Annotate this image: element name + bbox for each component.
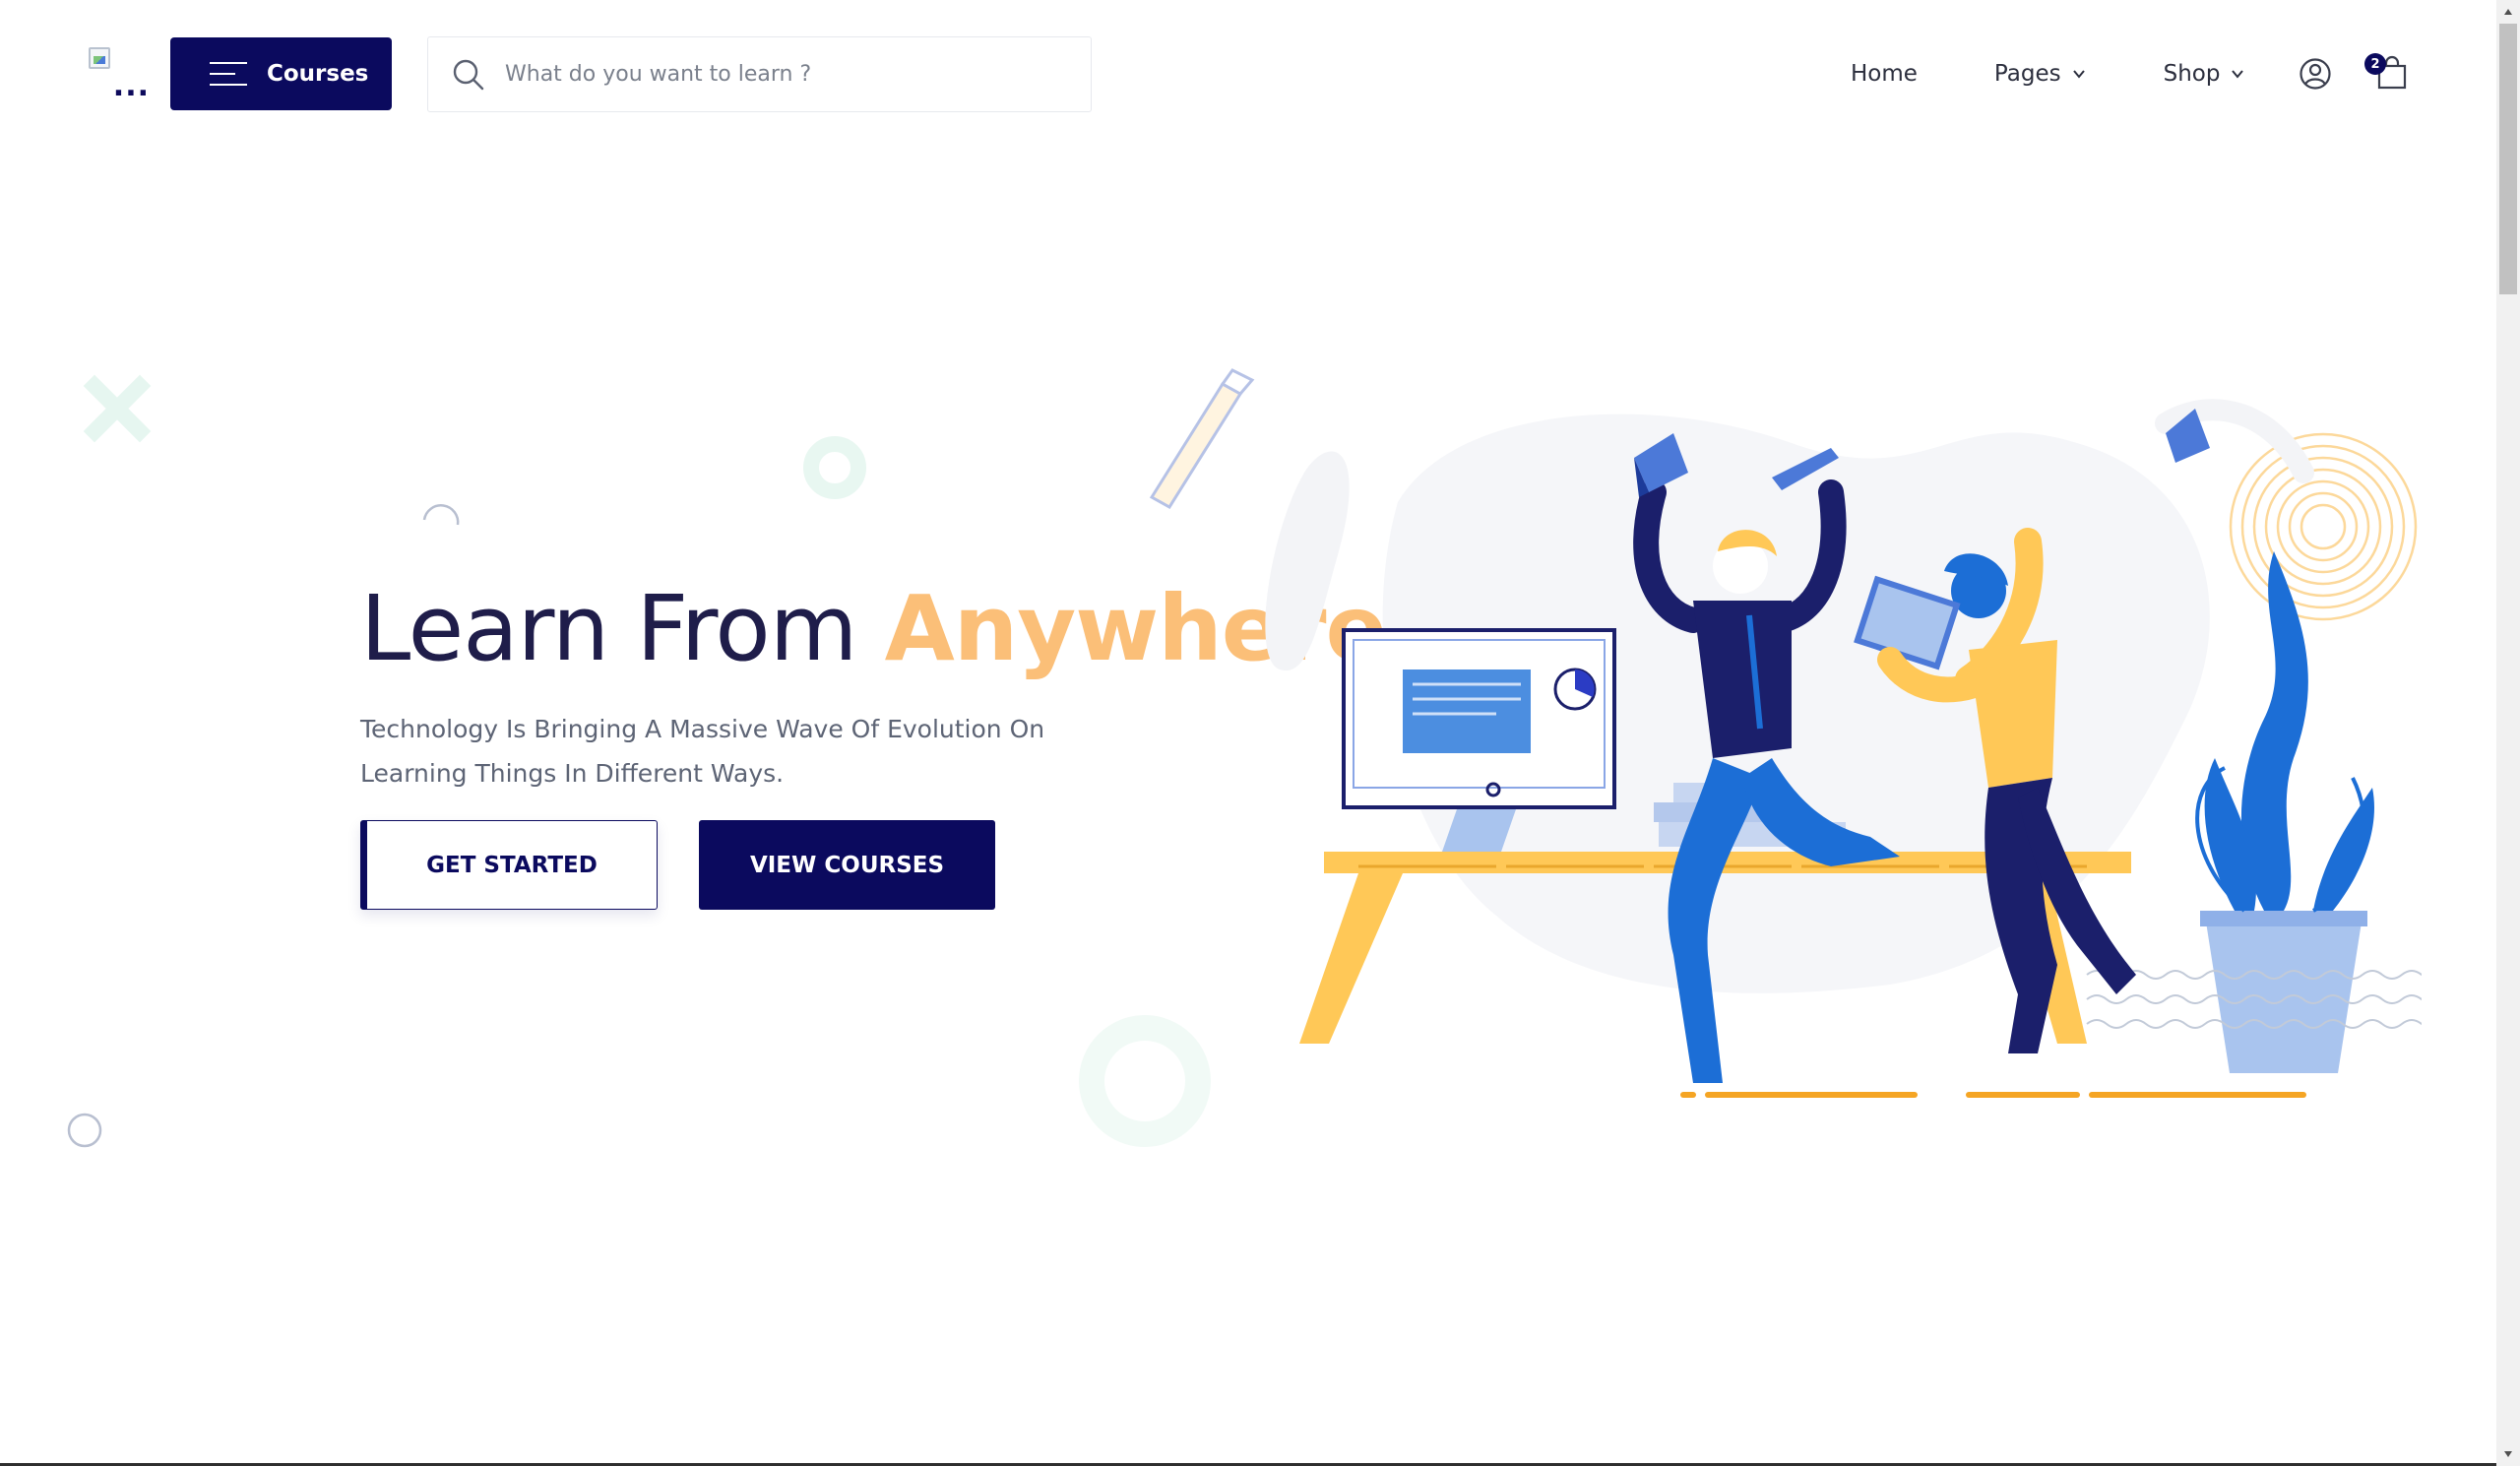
search-icon[interactable] xyxy=(452,58,485,92)
nav-home-label: Home xyxy=(1851,61,1918,87)
hero-illustration xyxy=(1149,368,2422,1098)
site-logo[interactable]: ... xyxy=(89,47,150,103)
nav-pages[interactable]: Pages xyxy=(1994,61,2087,87)
get-started-button[interactable]: GET STARTED xyxy=(360,820,658,910)
view-courses-button[interactable]: VIEW COURSES xyxy=(699,820,995,910)
nav-shop-label: Shop xyxy=(2163,61,2221,87)
nav-home[interactable]: Home xyxy=(1851,61,1918,87)
nav-shop[interactable]: Shop xyxy=(2164,61,2246,87)
hero-subtitle: Technology Is Bringing A Massive Wave Of… xyxy=(360,715,1045,788)
chevron-down-icon xyxy=(2232,70,2244,79)
chevron-down-icon xyxy=(2072,70,2085,79)
vertical-scrollbar[interactable] xyxy=(2496,0,2520,1466)
search-input[interactable] xyxy=(503,61,1054,88)
user-icon[interactable] xyxy=(2299,57,2332,91)
scroll-down-arrow-icon[interactable] xyxy=(2496,1442,2520,1466)
scroll-up-arrow-icon[interactable] xyxy=(2496,0,2520,24)
hero-title-main: Learn From xyxy=(360,576,885,681)
main-nav: Home Pages Shop xyxy=(1851,37,2245,110)
logo-alt-text: ... xyxy=(112,69,150,103)
broken-image-icon xyxy=(89,47,110,69)
courses-label: Courses xyxy=(267,61,369,87)
cart-count-badge: 2 xyxy=(2364,53,2386,75)
ring-shape xyxy=(803,436,866,499)
scrollbar-thumb[interactable] xyxy=(2499,24,2517,294)
site-header: ... Courses Home Pages Shop 2 xyxy=(0,0,2496,148)
nav-pages-label: Pages xyxy=(1993,61,2061,87)
cross-shape xyxy=(83,374,152,443)
arc-shape xyxy=(422,504,460,526)
small-circle-shape xyxy=(67,1113,102,1148)
courses-menu-button[interactable]: Courses xyxy=(170,37,392,110)
hamburger-icon xyxy=(210,62,247,86)
search-box xyxy=(427,36,1092,112)
